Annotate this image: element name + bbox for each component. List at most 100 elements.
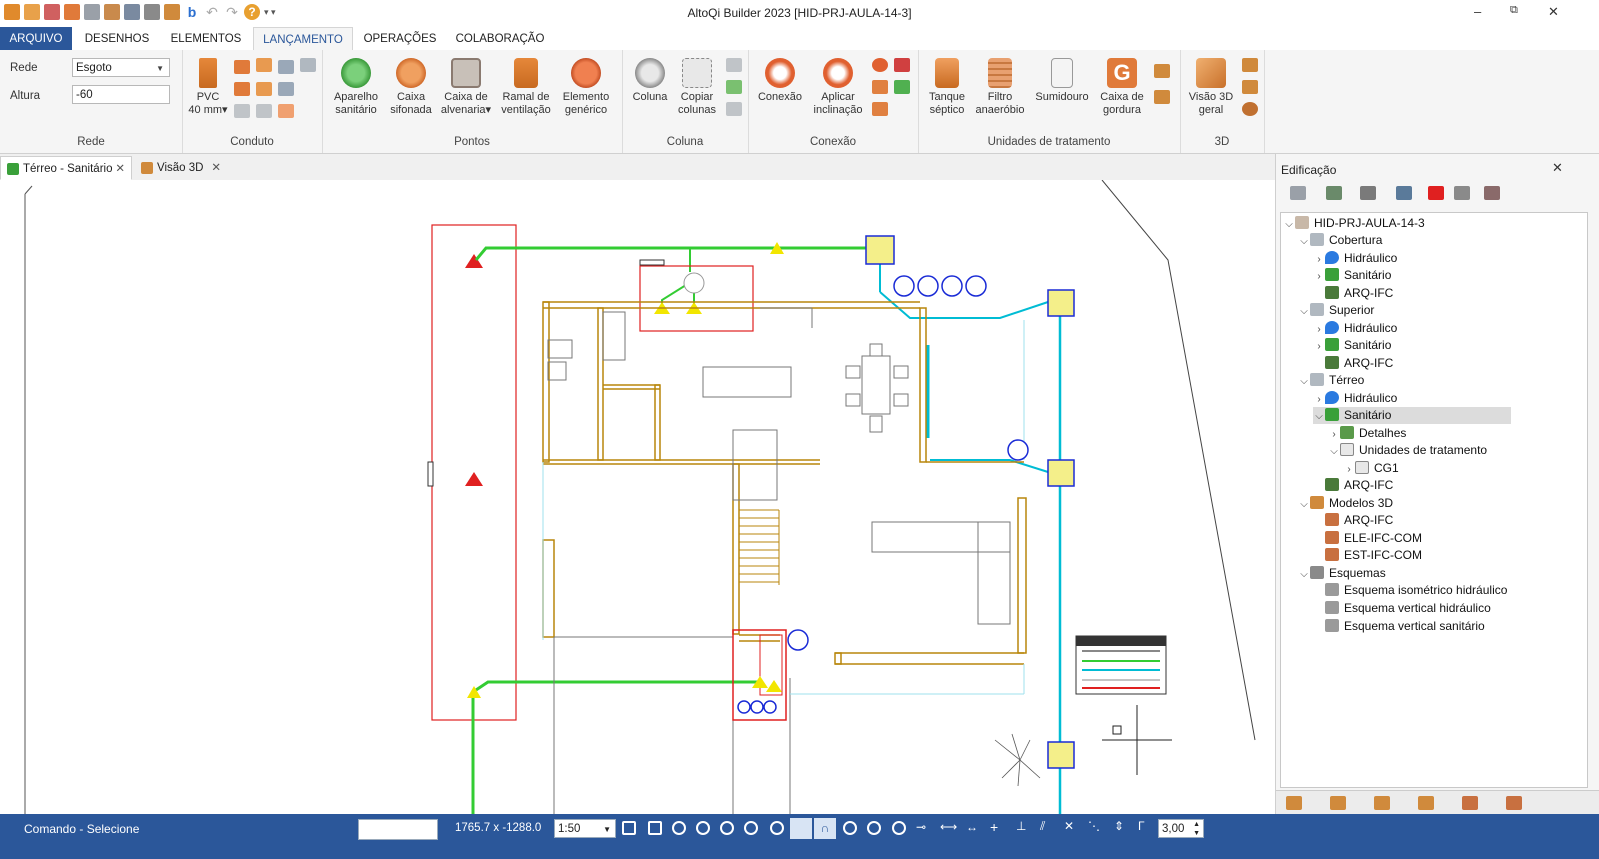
- reverse-icon[interactable]: [278, 82, 294, 96]
- osnap-endpoint-icon[interactable]: ⟷: [940, 820, 957, 834]
- view-mode-icon[interactable]: [1290, 186, 1306, 200]
- connection-settings-icon[interactable]: [872, 102, 888, 116]
- tree-node-cobertura[interactable]: ⌵ Cobertura: [1298, 232, 1382, 249]
- fittings-icon[interactable]: [872, 80, 888, 94]
- minimize-button[interactable]: –: [1474, 4, 1481, 19]
- zoom-all-icon[interactable]: [744, 821, 758, 835]
- tree-node-hidraulico[interactable]: › Hidráulico: [1313, 320, 1397, 337]
- floor-plan-drawing[interactable]: [0, 180, 1275, 814]
- tools-icon[interactable]: [1360, 186, 1376, 200]
- grid-size-input[interactable]: 3,00 ▲ ▼: [1158, 819, 1204, 838]
- caixa-sifonada-button[interactable]: Caixa sifonada: [386, 58, 436, 117]
- drawing-canvas[interactable]: [0, 180, 1275, 814]
- sumidouro-button[interactable]: Sumidouro: [1032, 58, 1092, 104]
- slope-percent-icon[interactable]: [278, 104, 294, 118]
- tree-node-sanitario[interactable]: › Sanitário: [1313, 337, 1391, 354]
- treatment-list-icon[interactable]: [1154, 64, 1170, 78]
- spinner-icon[interactable]: ▲ ▼: [1193, 820, 1200, 838]
- tree-node-esquema-iso[interactable]: Esquema isométrico hidráulico: [1313, 582, 1507, 599]
- view-3d-alt-icon[interactable]: [1242, 58, 1258, 72]
- route-icon[interactable]: [234, 104, 250, 118]
- zoom-in-icon[interactable]: [672, 821, 686, 835]
- conexao-button[interactable]: Conexão: [754, 58, 806, 104]
- osnap-line-icon[interactable]: ↔: [966, 820, 978, 834]
- tree-node-project[interactable]: ⌵ HID-PRJ-AULA-14-3: [1283, 215, 1425, 232]
- aparelho-sanitario-button[interactable]: Aparelho sanitário: [328, 58, 384, 117]
- tree-node-model-ele[interactable]: ELE-IFC-COM: [1313, 530, 1422, 547]
- column-edit-icon[interactable]: [726, 58, 742, 72]
- tree-node-model-arq[interactable]: ARQ-IFC: [1313, 512, 1393, 529]
- objects-tab-icon[interactable]: [1506, 796, 1522, 810]
- tree-node-arq-ifc[interactable]: ARQ-IFC: [1313, 355, 1393, 372]
- ramal-ventilacao-button[interactable]: Ramal de ventilação: [496, 58, 556, 117]
- tree-node-esquema-vert-san[interactable]: Esquema vertical sanitário: [1313, 618, 1485, 635]
- osnap-center-icon[interactable]: [867, 821, 881, 835]
- edificacao-tab-icon[interactable]: [1286, 796, 1302, 810]
- copiar-colunas-button[interactable]: Copiar colunas: [674, 58, 720, 117]
- add-item-icon[interactable]: [1396, 186, 1412, 200]
- new-floor-icon[interactable]: [1454, 186, 1470, 200]
- tee-icon[interactable]: [256, 58, 272, 72]
- scale-select[interactable]: 1:50 ▼: [554, 819, 616, 838]
- tab-colaboracao[interactable]: COLABORAÇÃO: [450, 27, 550, 50]
- zoom-window-icon[interactable]: [622, 821, 636, 835]
- tree-node-terreo[interactable]: ⌵ Térreo: [1298, 372, 1364, 389]
- tab-arquivo[interactable]: ARQUIVO: [0, 27, 72, 50]
- tree-node-detalhes[interactable]: › Detalhes: [1328, 425, 1406, 442]
- tree-node-hidraulico[interactable]: › Hidráulico: [1313, 250, 1397, 267]
- visao-3d-geral-button[interactable]: Visão 3D geral: [1184, 58, 1238, 117]
- add-floor-icon[interactable]: [1326, 186, 1342, 200]
- zoom-extents-icon[interactable]: [648, 821, 662, 835]
- tree-node-sanitario[interactable]: › Sanitário: [1313, 267, 1391, 284]
- tree-node-sanitario-selected[interactable]: ⌵ Sanitário: [1313, 407, 1511, 424]
- drop-icon[interactable]: [256, 104, 272, 118]
- pranchas-tab-icon[interactable]: [1330, 796, 1346, 810]
- swap-icon[interactable]: [278, 60, 294, 74]
- models-3d-icon[interactable]: [1242, 80, 1258, 94]
- osnap-circle-icon[interactable]: [892, 821, 906, 835]
- close-panel-button[interactable]: ✕: [1552, 160, 1563, 176]
- osnap-vertical-icon[interactable]: ⇕: [1114, 819, 1124, 833]
- zoom-out-icon[interactable]: [696, 821, 710, 835]
- column-split-icon[interactable]: [726, 102, 742, 116]
- command-input[interactable]: [358, 819, 438, 840]
- caixa-gordura-button[interactable]: G Caixa de gordura: [1096, 58, 1148, 117]
- restore-button[interactable]: ⧉: [1510, 4, 1518, 17]
- bend-icon[interactable]: [256, 82, 272, 96]
- close-window-button[interactable]: ✕: [1548, 4, 1559, 20]
- rede-select[interactable]: Esgoto ▼: [72, 58, 170, 77]
- tab-elementos[interactable]: ELEMENTOS: [164, 27, 248, 50]
- zoom-previous-icon[interactable]: [720, 821, 734, 835]
- treatment-config-icon[interactable]: [1154, 90, 1170, 104]
- tilde-icon[interactable]: Γ: [1138, 819, 1145, 833]
- tab-lancamento[interactable]: LANÇAMENTO: [253, 27, 353, 52]
- altura-input[interactable]: -60: [72, 85, 170, 104]
- close-tab-icon[interactable]: ✕: [211, 156, 221, 181]
- tree-node-superior[interactable]: ⌵ Superior: [1298, 302, 1374, 319]
- osnap-perpendicular-icon[interactable]: ⊥: [1016, 819, 1026, 833]
- pvc-button[interactable]: PVC 40 mm▾: [186, 58, 230, 117]
- tree-node-model-est[interactable]: EST-IFC-COM: [1313, 547, 1422, 564]
- listas-tab-icon[interactable]: [1374, 796, 1390, 810]
- search-connection-icon[interactable]: [872, 58, 888, 72]
- tree-node-esquemas[interactable]: ⌵ Esquemas: [1298, 565, 1386, 582]
- ortho-toggle[interactable]: [790, 818, 812, 839]
- settings-3d-icon[interactable]: [1242, 102, 1258, 116]
- tab-terreo-sanitario[interactable]: Térreo - Sanitário ✕: [0, 156, 132, 180]
- tree-node-cg1[interactable]: › CG1: [1343, 460, 1399, 477]
- pan-icon[interactable]: [770, 821, 784, 835]
- curve-icon[interactable]: [234, 82, 250, 96]
- aplicar-inclinacao-button[interactable]: Aplicar inclinação: [810, 58, 866, 117]
- osnap-quadrant-icon[interactable]: ⋱: [1088, 819, 1100, 833]
- tree-node-modelos-3d[interactable]: ⌵ Modelos 3D: [1298, 495, 1393, 512]
- properties-tab-icon[interactable]: [1462, 796, 1478, 810]
- tree-node-unidades[interactable]: ⌵ Unidades de tratamento: [1328, 442, 1487, 459]
- coluna-button[interactable]: Coluna: [628, 58, 672, 104]
- close-tab-icon[interactable]: ✕: [115, 157, 125, 182]
- import-icon[interactable]: [1484, 186, 1500, 200]
- verificacao-tab-icon[interactable]: [1418, 796, 1434, 810]
- osnap-intersection-icon[interactable]: +: [990, 819, 998, 835]
- verify-connection-icon[interactable]: [894, 80, 910, 94]
- filtro-anaerobio-button[interactable]: Filtro anaeróbio: [974, 58, 1026, 117]
- osnap-midpoint-icon[interactable]: ⊸: [916, 820, 926, 834]
